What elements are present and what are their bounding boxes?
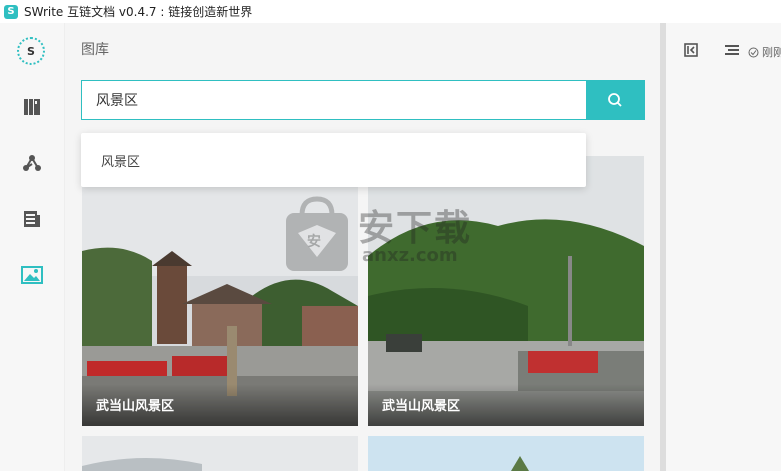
gallery-card[interactable]: 武当山风景区 xyxy=(82,156,358,426)
app-icon: S xyxy=(4,4,18,19)
search-bar xyxy=(81,80,645,120)
gallery-card[interactable] xyxy=(368,436,644,471)
save-status: 刚刚 xyxy=(748,44,781,60)
search-input[interactable] xyxy=(82,81,586,119)
card-caption: 武当山风景区 xyxy=(368,384,644,426)
sidebar-rail: S xyxy=(0,23,65,471)
gallery-card[interactable] xyxy=(82,436,358,471)
search-button[interactable] xyxy=(586,81,644,119)
outline-list-icon[interactable] xyxy=(724,43,740,57)
check-circle-icon xyxy=(748,47,759,57)
graph-nodes-icon[interactable] xyxy=(20,151,44,175)
gallery-image xyxy=(82,436,358,471)
panel-title: 图库 xyxy=(81,42,109,58)
search-icon xyxy=(608,93,622,107)
title-bar: S SWrite 互链文档 v0.4.7 : 链接创造新世界 xyxy=(0,0,781,24)
search-suggestions: 风景区 xyxy=(81,133,586,187)
document-icon[interactable] xyxy=(20,207,44,231)
card-caption: 武当山风景区 xyxy=(82,384,358,426)
app-logo[interactable]: S xyxy=(17,37,45,65)
collapse-left-icon[interactable] xyxy=(684,43,698,57)
window-title: SWrite 互链文档 v0.4.7 : 链接创造新世界 xyxy=(24,5,253,19)
card-title: 武当山风景区 xyxy=(382,399,461,414)
gallery-panel: 图库 风景区 武当 xyxy=(65,23,660,471)
gallery-image xyxy=(368,436,644,471)
editor-toolbar-area: 刚刚 xyxy=(666,23,781,471)
image-gallery-icon[interactable] xyxy=(20,263,44,287)
library-book-icon[interactable] xyxy=(20,95,44,119)
card-title: 武当山风景区 xyxy=(96,399,175,414)
save-status-label: 刚刚 xyxy=(762,46,781,59)
gallery-card[interactable]: 武当山风景区 xyxy=(368,156,644,426)
suggestion-item[interactable]: 风景区 xyxy=(101,151,140,170)
